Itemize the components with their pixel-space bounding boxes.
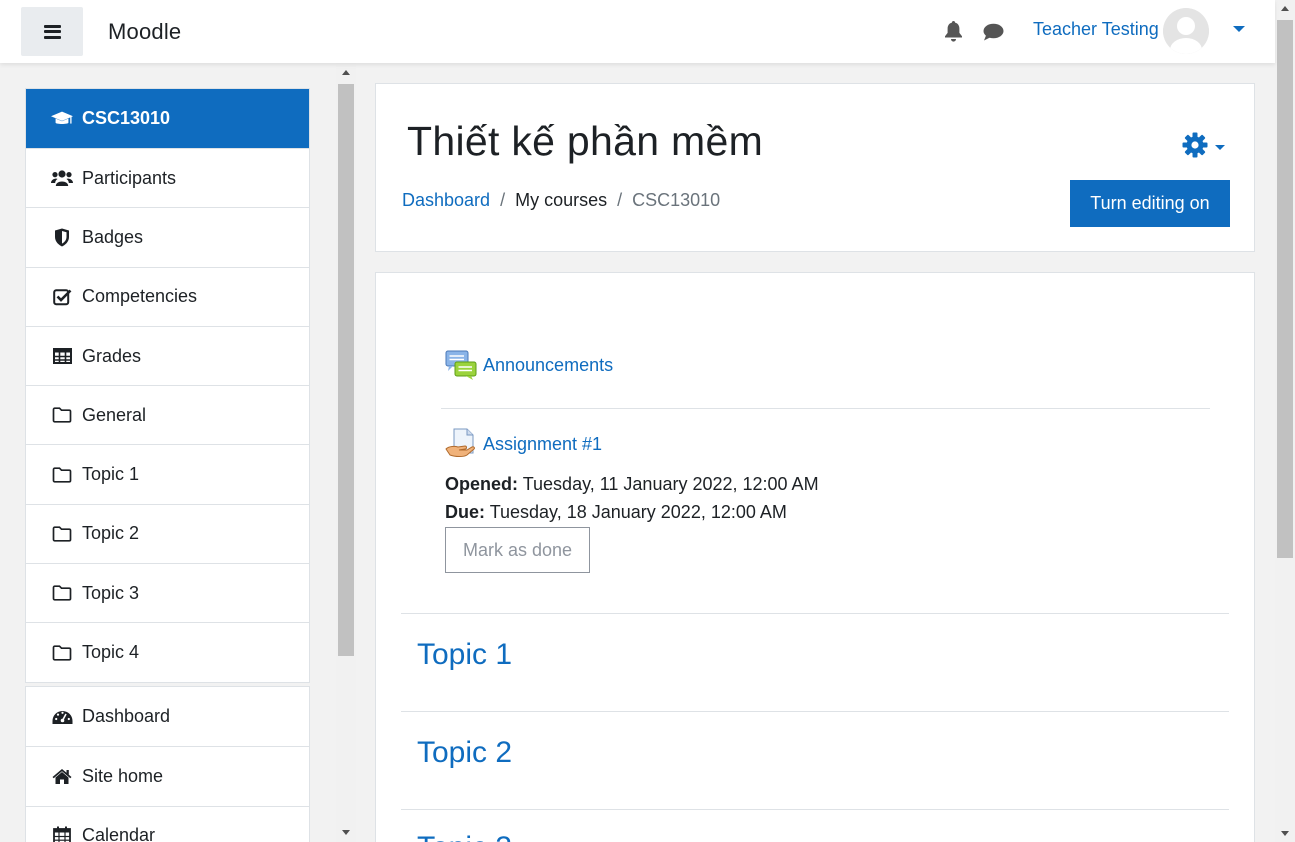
nav-item-label: Competencies xyxy=(82,286,198,307)
page-scrollbar[interactable] xyxy=(1275,0,1295,842)
breadcrumb-separator: / xyxy=(500,190,506,210)
section-title-topic-1[interactable]: Topic 1 xyxy=(417,638,512,672)
section-title-topic-3[interactable]: Topic 3 xyxy=(417,831,512,842)
nav-item-label: Topic 3 xyxy=(82,582,140,603)
folder-icon xyxy=(51,405,73,425)
nav-item-topic-3[interactable]: Topic 3 xyxy=(26,563,309,622)
calendar-icon xyxy=(51,826,73,842)
page-title: Thiết kế phần mềm xyxy=(407,118,764,164)
nav-item-dashboard[interactable]: Dashboard xyxy=(26,687,309,746)
nav-item-label: Calendar xyxy=(82,825,156,842)
nav-item-label: Site home xyxy=(82,765,164,786)
breadcrumb-course[interactable]: CSC13010 xyxy=(632,190,720,211)
users-icon xyxy=(51,168,73,188)
opened-label: Opened: xyxy=(445,474,519,494)
forum-icon xyxy=(445,349,477,381)
graduation-cap-icon xyxy=(51,109,73,129)
user-avatar[interactable] xyxy=(1163,8,1209,54)
check-square-icon xyxy=(51,287,73,307)
folder-icon xyxy=(51,643,73,663)
shield-icon xyxy=(51,227,73,247)
assignment-dates: Opened: Tuesday, 11 January 2022, 12:00 … xyxy=(445,470,819,526)
page-header: Thiết kế phần mềm Dashboard / My courses… xyxy=(375,83,1255,252)
breadcrumb-dashboard[interactable]: Dashboard xyxy=(402,190,490,211)
tachometer-icon xyxy=(51,707,73,727)
section-divider xyxy=(401,613,1229,614)
course-nav-list: CSC13010 Participants Badges Competencie… xyxy=(25,88,310,683)
scroll-down-arrow-icon[interactable] xyxy=(342,830,350,835)
nav-item-label: Topic 2 xyxy=(82,523,140,544)
nav-item-label: Grades xyxy=(82,345,142,366)
nav-item-label: CSC13010 xyxy=(82,108,171,128)
nav-item-participants[interactable]: Participants xyxy=(26,148,309,207)
due-label: Due: xyxy=(445,502,485,522)
nav-item-grades[interactable]: Grades xyxy=(26,325,309,385)
folder-icon xyxy=(51,583,73,603)
opened-value: Tuesday, 11 January 2022, 12:00 AM xyxy=(522,474,819,494)
menu-icon xyxy=(43,24,61,39)
nav-item-label: Topic 1 xyxy=(82,464,140,485)
announcements-label: Announcements xyxy=(483,354,614,375)
breadcrumb-separator: / xyxy=(617,190,623,210)
scroll-down-arrow-icon[interactable] xyxy=(1281,831,1289,836)
scroll-up-arrow-icon[interactable] xyxy=(1281,6,1289,11)
nav-item-topic-1[interactable]: Topic 1 xyxy=(26,444,309,503)
breadcrumb-my-courses: My courses xyxy=(515,190,608,210)
nav-item-topic-2[interactable]: Topic 2 xyxy=(26,503,309,563)
assignment-icon xyxy=(445,428,477,460)
due-date-row: Due: Tuesday, 18 January 2022, 12:00 AM xyxy=(445,498,819,526)
announcements-activity-link[interactable]: Announcements xyxy=(445,349,613,381)
gear-icon[interactable] xyxy=(1182,132,1208,163)
drawer-scrollbar[interactable] xyxy=(336,63,356,842)
nav-item-label: Participants xyxy=(82,167,177,188)
section-title-topic-2[interactable]: Topic 2 xyxy=(417,736,512,770)
chevron-down-icon[interactable] xyxy=(1233,26,1245,32)
drawer-toggle-button[interactable] xyxy=(21,7,83,56)
activity-divider xyxy=(441,408,1210,409)
page-scrollbar-thumb[interactable] xyxy=(1277,20,1293,558)
chat-icon[interactable] xyxy=(983,23,1004,46)
bell-icon[interactable] xyxy=(944,21,963,47)
mark-as-done-button[interactable]: Mark as done xyxy=(445,527,590,573)
chevron-down-icon[interactable] xyxy=(1215,145,1225,150)
nav-item-course[interactable]: CSC13010 xyxy=(26,89,309,148)
assignment-label: Assignment #1 xyxy=(483,433,603,454)
nav-drawer: CSC13010 Participants Badges Competencie… xyxy=(0,63,355,842)
course-content: Announcements Assignment #1 Opened: Tues… xyxy=(375,272,1255,842)
table-icon xyxy=(51,346,73,366)
nav-item-label: Badges xyxy=(82,226,144,247)
assignment-activity-link[interactable]: Assignment #1 xyxy=(445,428,602,460)
site-nav-list: Dashboard Site home Calendar xyxy=(25,686,310,842)
top-navbar: Moodle Teacher Testing xyxy=(0,0,1275,63)
breadcrumb: Dashboard / My courses / CSC13010 xyxy=(402,190,720,211)
turn-editing-on-button[interactable]: Turn editing on xyxy=(1070,180,1230,227)
nav-item-label: General xyxy=(82,404,147,425)
drawer-scrollbar-thumb[interactable] xyxy=(338,84,354,656)
site-brand[interactable]: Moodle xyxy=(108,19,181,45)
section-divider xyxy=(401,711,1229,712)
nav-item-label: Topic 4 xyxy=(82,642,140,663)
nav-item-competencies[interactable]: Competencies xyxy=(26,266,309,326)
opened-date-row: Opened: Tuesday, 11 January 2022, 12:00 … xyxy=(445,470,819,498)
nav-item-site-home[interactable]: Site home xyxy=(26,746,309,805)
nav-item-calendar[interactable]: Calendar xyxy=(26,805,309,842)
folder-icon xyxy=(51,465,73,485)
home-icon xyxy=(51,766,73,786)
due-value: Tuesday, 18 January 2022, 12:00 AM xyxy=(489,502,787,522)
course-actions-menu[interactable] xyxy=(1182,132,1225,163)
nav-item-topic-4[interactable]: Topic 4 xyxy=(26,622,309,681)
nav-item-general[interactable]: General xyxy=(26,385,309,444)
scroll-up-arrow-icon[interactable] xyxy=(342,70,350,75)
nav-item-label: Dashboard xyxy=(82,706,171,727)
nav-item-badges[interactable]: Badges xyxy=(26,207,309,266)
section-divider xyxy=(401,809,1229,810)
user-menu-name[interactable]: Teacher Testing xyxy=(1033,19,1159,40)
folder-icon xyxy=(51,524,73,544)
